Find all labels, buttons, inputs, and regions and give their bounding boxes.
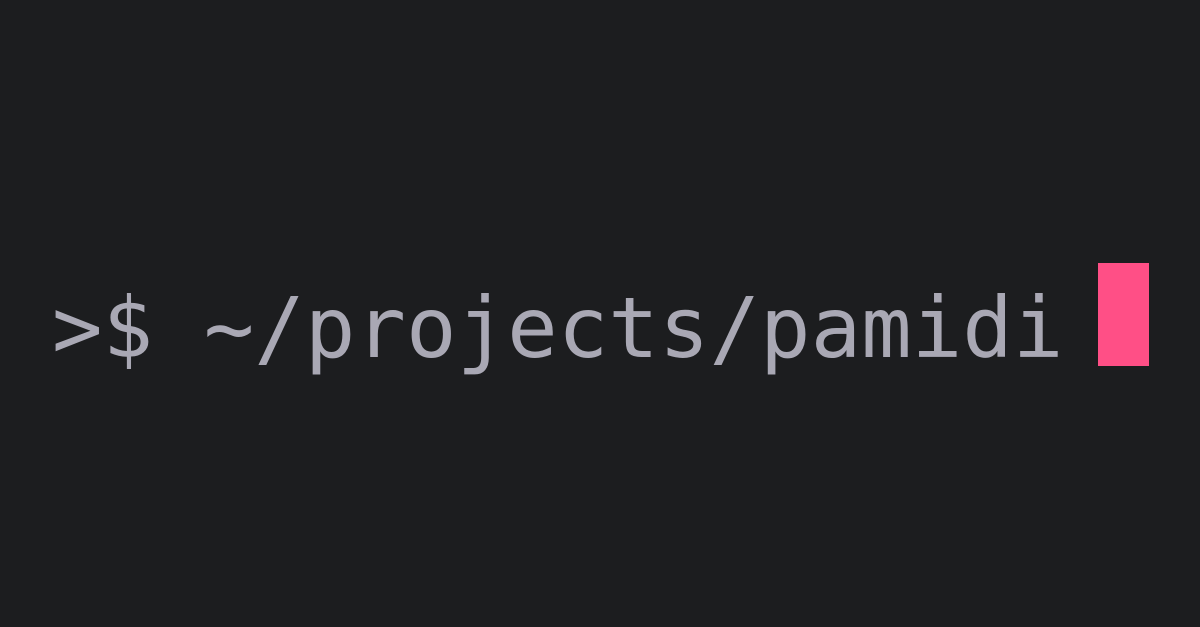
current-directory-path: ~/projects/pamidi: [203, 279, 1064, 377]
prompt-symbol: >$: [52, 279, 204, 377]
text-cursor: [1098, 263, 1149, 366]
command-prompt-line: >$ ~/projects/pamidi: [52, 278, 1063, 378]
terminal-window[interactable]: >$ ~/projects/pamidi: [0, 0, 1200, 627]
